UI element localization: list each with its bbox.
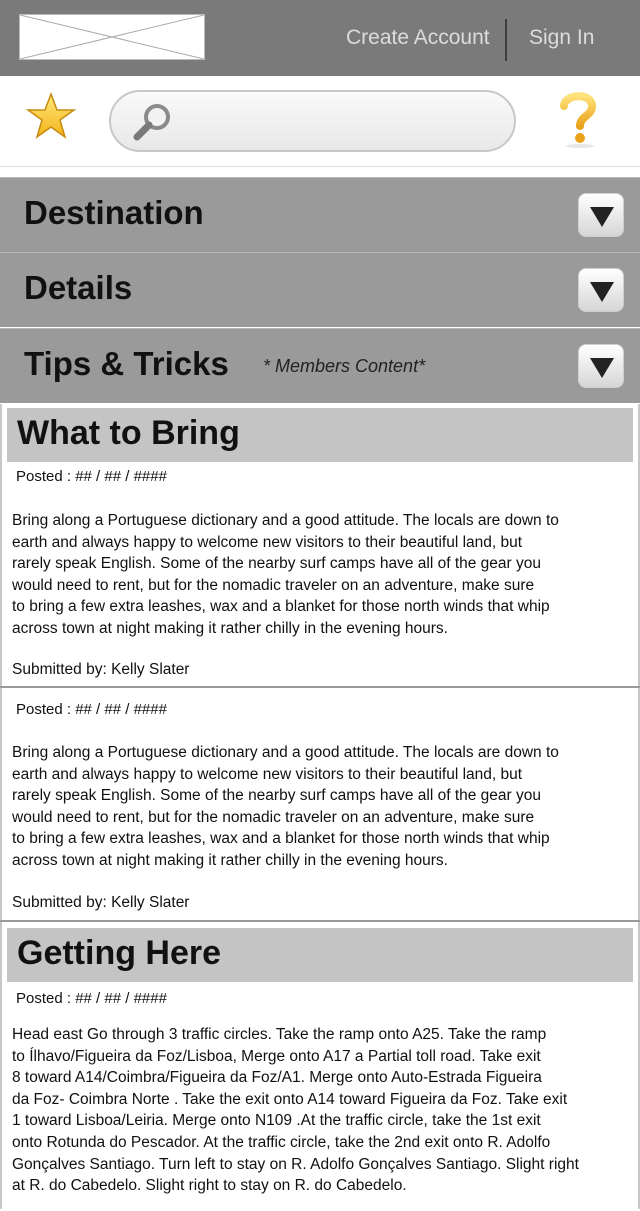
members-content-note: * Members Content*	[263, 356, 426, 376]
chevron-down-icon	[590, 358, 614, 378]
post-divider	[0, 686, 640, 688]
post-body: Bring along a Portuguese dictionary and …	[12, 744, 559, 869]
logo-placeholder-icon	[20, 15, 204, 59]
accordion-destination[interactable]: Destination	[0, 177, 640, 252]
help-icon[interactable]	[556, 90, 600, 148]
star-icon[interactable]	[25, 91, 77, 142]
logo-placeholder[interactable]	[19, 14, 205, 60]
search-icon	[133, 104, 170, 141]
search-input[interactable]	[177, 102, 501, 142]
post-date: Posted : ## / ## / ####	[16, 468, 167, 485]
expand-button[interactable]	[578, 344, 624, 388]
create-account-link[interactable]: Create Account	[346, 26, 490, 50]
top-bar: Create Account Sign In	[0, 0, 640, 76]
search-row	[0, 76, 640, 167]
section-heading-getting-here: Getting Here	[7, 928, 633, 982]
accordion-label: Destination	[24, 194, 204, 231]
search-field[interactable]	[109, 90, 516, 152]
section-title: Getting Here	[17, 934, 222, 972]
accordion-label: Tips & Tricks	[24, 345, 229, 382]
header-divider	[505, 19, 507, 61]
sign-in-link[interactable]: Sign In	[529, 26, 594, 50]
chevron-down-icon	[590, 207, 614, 227]
post-author: Submitted by: Kelly Slater	[12, 894, 190, 911]
accordion-label: Details	[24, 269, 133, 306]
post-author: Submitted by: Kelly Slater	[12, 661, 190, 678]
expand-button[interactable]	[578, 268, 624, 312]
post-body: Bring along a Portuguese dictionary and …	[12, 512, 559, 637]
chevron-down-icon	[590, 282, 614, 302]
section-heading-what-to-bring: What to Bring	[7, 408, 633, 462]
section-title: What to Bring	[17, 414, 240, 452]
post-date: Posted : ## / ## / ####	[16, 701, 167, 718]
post-date: Posted : ## / ## / ####	[16, 990, 167, 1007]
directions-body: Head east Go through 3 traffic circles. …	[12, 1026, 579, 1195]
accordion-details[interactable]: Details	[0, 252, 640, 327]
expand-button[interactable]	[578, 193, 624, 237]
accordion-tips-tricks[interactable]: Tips & Tricks * Members Content*	[0, 328, 640, 403]
section-divider	[0, 920, 640, 922]
